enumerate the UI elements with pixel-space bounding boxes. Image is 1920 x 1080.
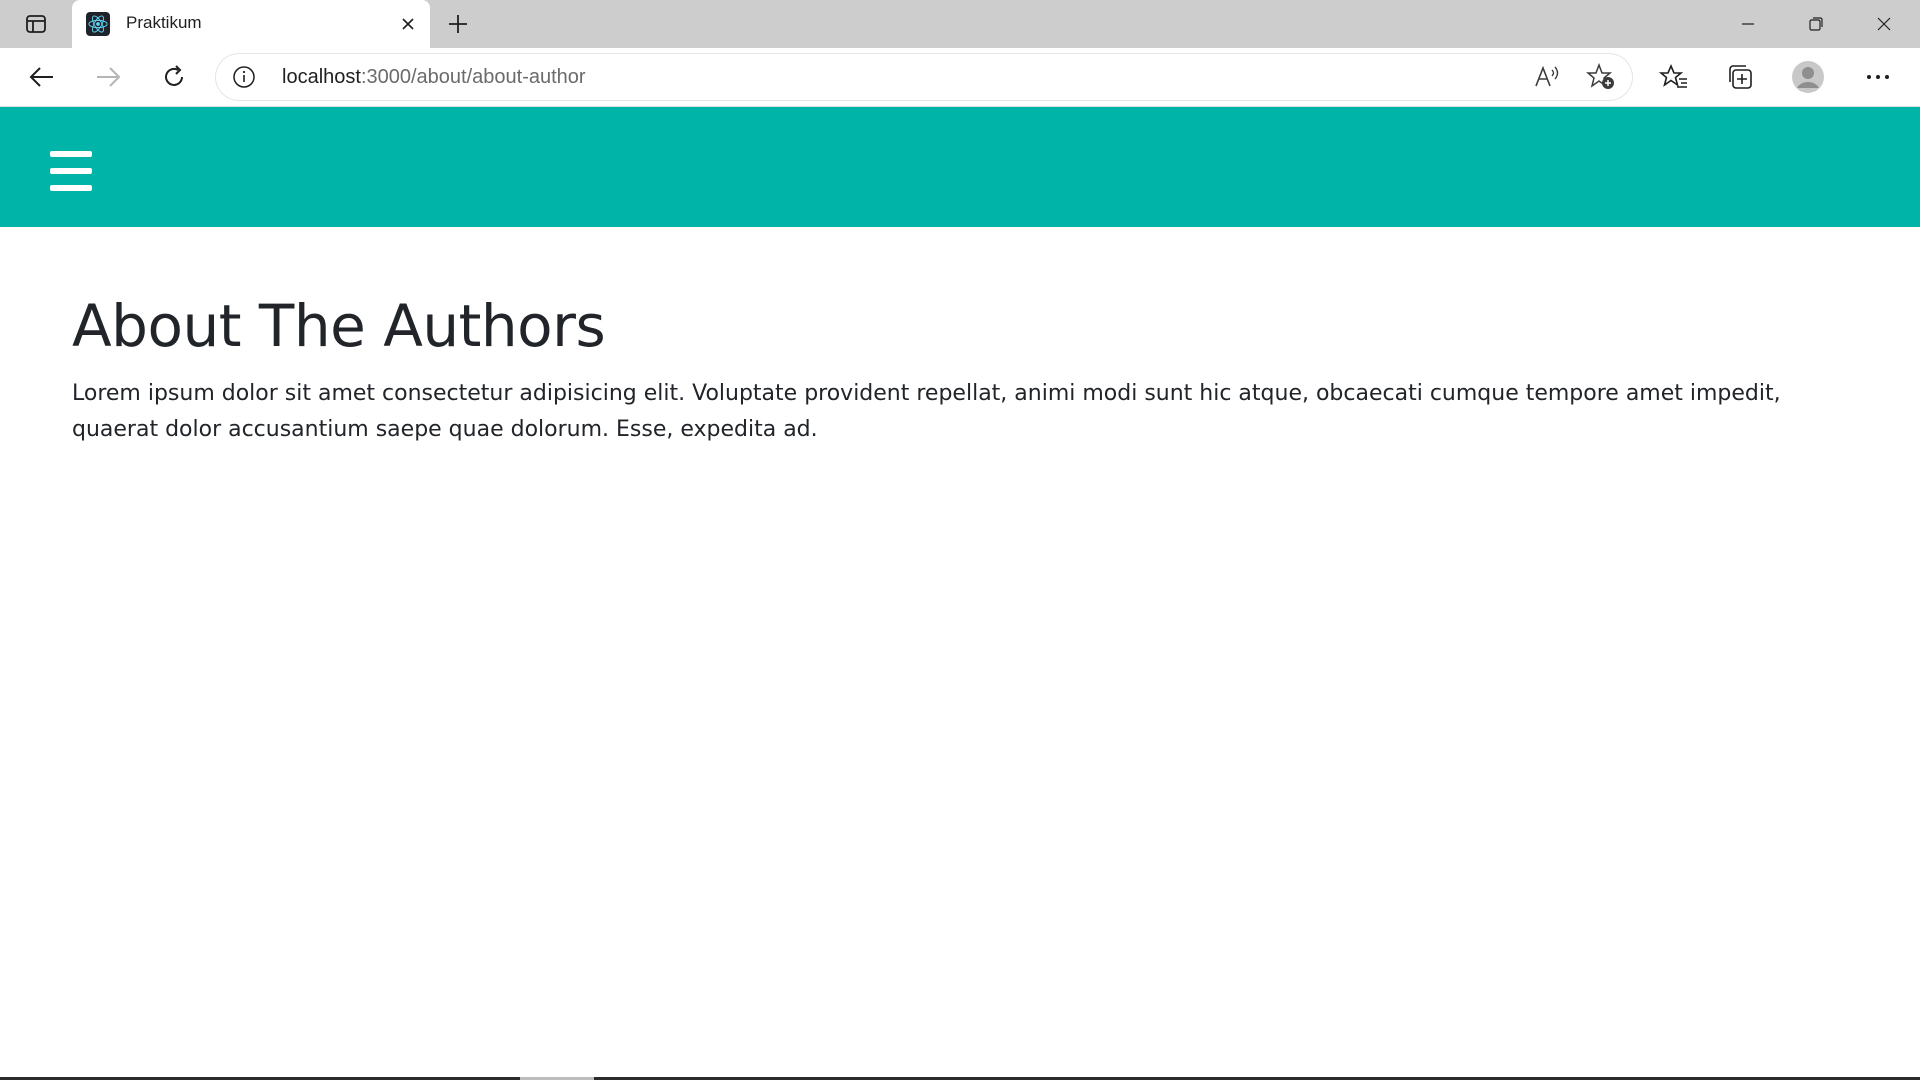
page-body-text: Lorem ipsum dolor sit amet consectetur a… — [72, 380, 1781, 442]
tab-actions-icon[interactable] — [16, 8, 56, 40]
address-bar[interactable]: localhost:3000/about/about-author — [216, 54, 1632, 100]
refresh-icon[interactable] — [154, 59, 194, 95]
info-icon[interactable] — [232, 65, 256, 89]
hamburger-menu-icon[interactable] — [48, 151, 94, 193]
react-logo-icon — [86, 12, 110, 36]
close-icon[interactable] — [396, 12, 420, 36]
main-content: About The Authors Lorem ipsum dolor sit … — [72, 292, 1832, 448]
page-title: About The Authors — [72, 292, 606, 360]
browser-tab-strip: Praktikum — [0, 0, 1920, 48]
profile-icon[interactable] — [1788, 59, 1828, 95]
browser-tab[interactable]: Praktikum — [72, 0, 430, 48]
arrow-right-icon[interactable] — [88, 59, 128, 95]
star-add-icon[interactable] — [1584, 61, 1618, 93]
url-text[interactable]: localhost:3000/about/about-author — [282, 66, 586, 89]
read-aloud-icon[interactable] — [1530, 61, 1564, 93]
plus-icon[interactable] — [442, 8, 474, 40]
page-navbar — [0, 107, 1920, 227]
url-path: :3000/about/about-author — [360, 66, 586, 88]
arrow-left-icon[interactable] — [22, 59, 62, 95]
restore-icon[interactable] — [1782, 0, 1850, 48]
favorites-icon[interactable] — [1654, 59, 1694, 95]
browser-toolbar: localhost:3000/about/about-author — [0, 48, 1920, 107]
tab-title: Praktikum — [126, 13, 202, 32]
minimize-icon[interactable] — [1714, 0, 1782, 48]
close-window-icon[interactable] — [1850, 0, 1918, 48]
url-host: localhost — [282, 66, 361, 88]
more-icon[interactable] — [1858, 59, 1898, 95]
collections-icon[interactable] — [1720, 59, 1760, 95]
